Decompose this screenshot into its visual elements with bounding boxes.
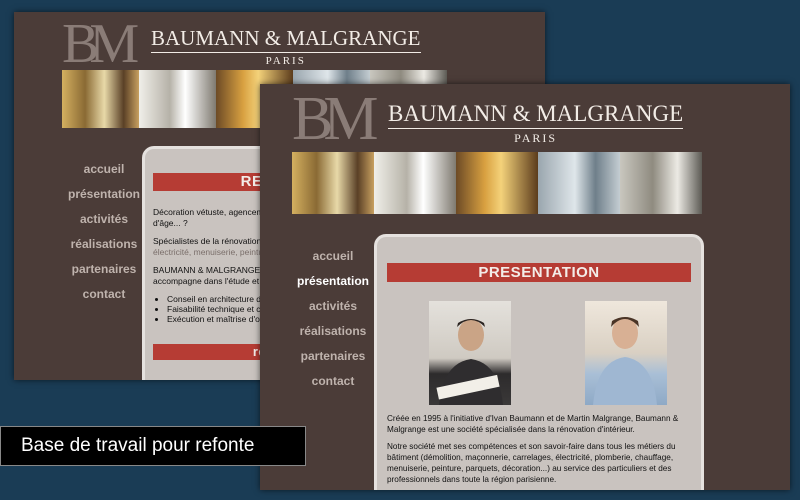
monogram-logo: BM [292,85,379,153]
presentation-paragraph-2: Notre société met ses compétences et son… [387,442,676,485]
nav-item-partenaires[interactable]: partenaires [58,262,150,276]
brand-city: PARIS [265,55,306,67]
caption-label: Base de travail pour refonte [0,426,306,466]
monogram-logo: BM [62,13,139,75]
nav-item-realisations[interactable]: réalisations [290,324,376,338]
brand-header: BAUMANN & MALGRANGE PARIS [151,26,421,67]
ivan-baumann-portrait [429,301,511,405]
nav-item-activites[interactable]: activités [290,299,376,313]
white-kitchen-photo [374,152,456,214]
brand-name: BAUMANN & MALGRANGE [151,26,421,53]
main-nav: accueil présentation activités réalisati… [58,162,150,301]
presentation-paragraph-1: Créée en 1995 à l'initiative d'Ivan Baum… [387,414,679,435]
bookshelf-lounge-photo [456,152,538,214]
nav-item-activites[interactable]: activités [58,212,150,226]
portrait-2-figure [593,317,657,405]
portrait-1-figure [436,319,503,405]
main-nav: accueil présentation activités réalisati… [290,249,376,388]
library-room-photo [62,70,139,128]
white-kitchen-photo [139,70,216,128]
nav-item-realisations[interactable]: réalisations [58,237,150,251]
bathroom-photo [538,152,620,214]
nav-item-accueil[interactable]: accueil [58,162,150,176]
nav-item-contact[interactable]: contact [58,287,150,301]
nav-item-accueil[interactable]: accueil [290,249,376,263]
front-page-screenshot: BM BAUMANN & MALGRANGE PARIS accueil pré… [260,84,790,490]
nav-item-presentation[interactable]: présentation [290,274,376,288]
brand-header: BAUMANN & MALGRANGE PARIS [388,101,684,146]
interior-photo-strip [292,152,702,214]
brand-name: BAUMANN & MALGRANGE [388,101,684,129]
section-banner: PRESENTATION [387,263,691,282]
library-room-photo [292,152,374,214]
dining-room-photo [620,152,702,214]
presentation-text: Créée en 1995 à l'initiative d'Ivan Baum… [387,413,692,490]
martin-malgrange-portrait [585,301,667,405]
content-panel: PRESENTATION Créée en 1995 à l'initiativ… [374,234,704,490]
brand-city: PARIS [514,131,558,145]
nav-item-contact[interactable]: contact [290,374,376,388]
nav-item-presentation[interactable]: présentation [58,187,150,201]
nav-item-partenaires[interactable]: partenaires [290,349,376,363]
